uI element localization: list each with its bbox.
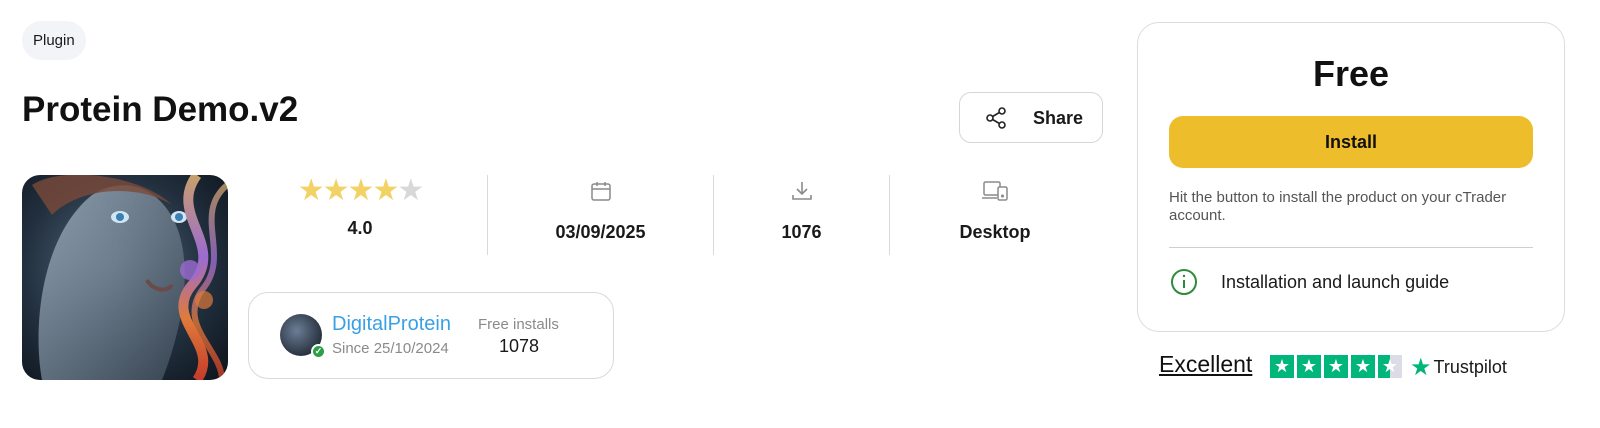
share-button[interactable]: Share bbox=[959, 92, 1103, 143]
published-date: 03/09/2025 bbox=[555, 222, 646, 242]
trustpilot-star-box: ★ bbox=[1351, 355, 1375, 378]
install-hint: Hit the button to install the product on… bbox=[1169, 189, 1507, 224]
rating-value: 4.0 bbox=[347, 218, 373, 238]
product-stats: ★★★★★ 4.0 03/09/2025 1076 Desktop bbox=[250, 173, 1110, 255]
rating-star-icon: ★ bbox=[297, 174, 325, 207]
trustpilot-stars: ★ ★ ★ ★ ★ bbox=[1270, 355, 1402, 378]
author-since: Since 25/10/2024 bbox=[332, 340, 449, 357]
trustpilot-star-icon: ★ bbox=[1410, 354, 1432, 381]
trustpilot-brand: Trustpilot bbox=[1433, 357, 1507, 377]
platform-stat: Desktop bbox=[890, 175, 1100, 255]
author-avatar[interactable]: ✓ bbox=[280, 314, 326, 359]
verified-check-icon: ✓ bbox=[311, 344, 326, 359]
free-installs-count: 1078 bbox=[499, 336, 540, 356]
info-icon bbox=[1171, 269, 1197, 295]
trustpilot-star-box: ★ bbox=[1324, 355, 1348, 378]
devices-icon bbox=[982, 181, 1008, 201]
product-title: Protein Demo.v2 bbox=[22, 90, 299, 129]
rating-star-icon: ★ bbox=[322, 174, 350, 207]
rating-star-icon: ★ bbox=[397, 174, 424, 207]
date-stat: 03/09/2025 bbox=[488, 175, 713, 255]
trustpilot-rating-text[interactable]: Excellent bbox=[1159, 351, 1252, 378]
rating-stars: ★★★★★ bbox=[297, 173, 425, 208]
installation-guide-link[interactable]: Installation and launch guide bbox=[1169, 265, 1533, 305]
downloads-count: 1076 bbox=[781, 222, 822, 242]
product-image bbox=[22, 175, 228, 380]
install-button[interactable]: Install bbox=[1169, 116, 1533, 168]
share-label: Share bbox=[1033, 108, 1084, 128]
share-icon bbox=[986, 107, 1006, 129]
guide-label: Installation and launch guide bbox=[1221, 272, 1450, 292]
trustpilot-star-box: ★ bbox=[1378, 355, 1402, 378]
downloads-stat: 1076 bbox=[714, 175, 889, 255]
rating-star-icon: ★ bbox=[347, 174, 375, 207]
card-divider bbox=[1169, 247, 1533, 248]
rating-star-icon: ★ bbox=[372, 174, 399, 207]
free-installs-label: Free installs bbox=[478, 316, 559, 333]
trustpilot-logo[interactable]: ★ Trustpilot bbox=[1410, 353, 1507, 382]
trustpilot-star-box: ★ bbox=[1270, 355, 1294, 378]
purchase-card: Free Install Hit the button to install t… bbox=[1137, 22, 1565, 332]
platform-value: Desktop bbox=[959, 222, 1031, 242]
category-tag[interactable]: Plugin bbox=[22, 21, 86, 60]
rating-stat: ★★★★★ 4.0 bbox=[250, 173, 470, 255]
price: Free bbox=[1312, 53, 1390, 94]
calendar-icon bbox=[590, 182, 611, 201]
author-card: ✓ DigitalProtein Since 25/10/2024 Free i… bbox=[248, 292, 614, 379]
author-name-link[interactable]: DigitalProtein bbox=[332, 313, 451, 336]
trustpilot-star-box: ★ bbox=[1297, 355, 1321, 378]
download-icon bbox=[791, 182, 812, 200]
